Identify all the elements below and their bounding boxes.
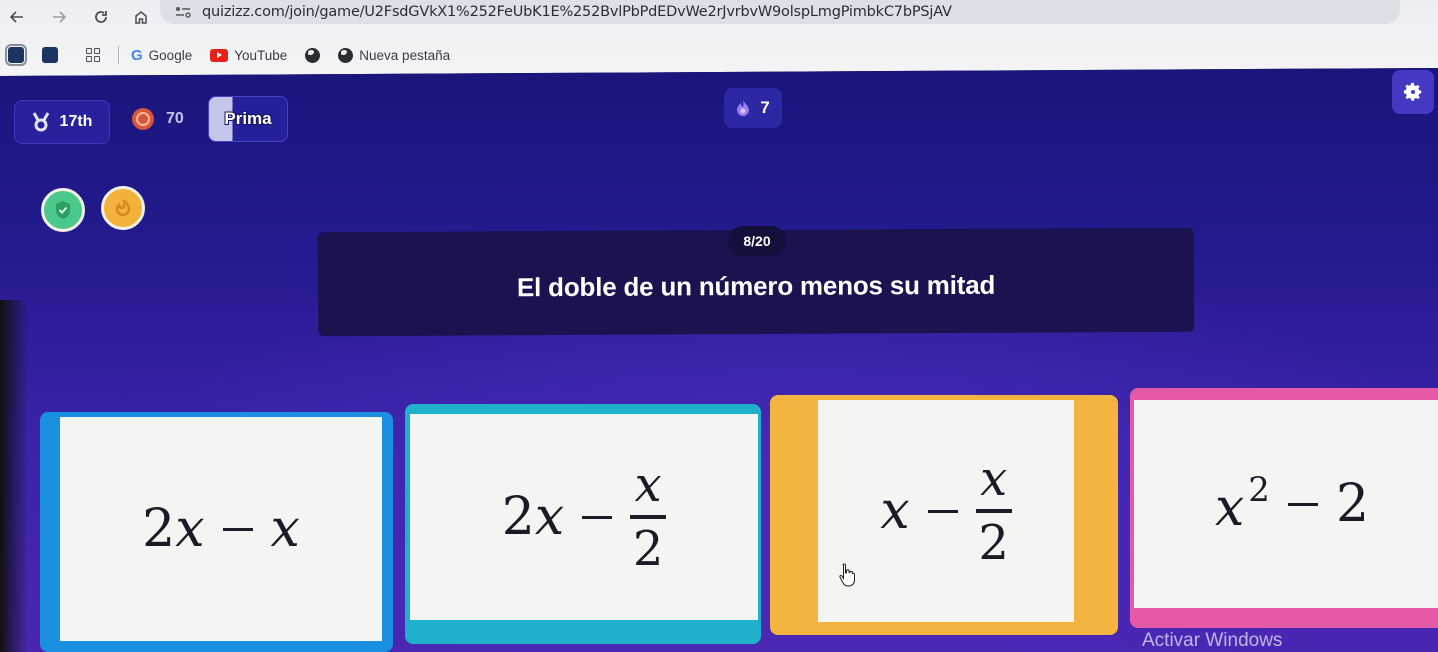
answer-face: x x 2	[818, 400, 1074, 622]
arrow-right-icon	[53, 11, 67, 23]
numerator: x	[980, 451, 1008, 507]
constant: 2	[1335, 474, 1370, 534]
bookmark-globe[interactable]	[305, 47, 321, 63]
flame-swirl-icon	[115, 199, 131, 217]
shield-check-icon	[56, 201, 70, 219]
coefficient: 2	[501, 487, 535, 547]
apps-grid-icon[interactable]	[86, 48, 100, 62]
fraction: x 2	[630, 457, 667, 577]
fraction-bar	[630, 515, 667, 519]
fraction: x 2	[975, 451, 1012, 571]
variable: x	[270, 499, 300, 559]
back-button[interactable]	[6, 6, 28, 28]
exponent: 2	[1248, 470, 1270, 510]
variable: x	[175, 499, 205, 559]
answer-option-4[interactable]: x2 2	[1130, 388, 1438, 628]
rank-badge: 17th	[14, 100, 110, 144]
answer-option-1[interactable]: 2x x	[40, 412, 393, 652]
question-text: El doble de un número menos su mitad	[516, 269, 996, 302]
windows-activation-watermark: Activar Windows	[1142, 630, 1283, 651]
question-counter-text: 8/20	[743, 233, 771, 249]
minus-sign	[1287, 502, 1318, 506]
math-expression: x x 2	[880, 451, 1012, 571]
score-display: 70	[132, 108, 184, 130]
minus-sign	[927, 509, 958, 513]
reload-button[interactable]	[90, 6, 112, 28]
denominator: 2	[632, 521, 664, 577]
math-expression: 2x x	[142, 499, 300, 559]
score-text: 70	[166, 110, 184, 127]
bookmarks-bar: G Google YouTube Nueva pestaña	[0, 40, 468, 70]
bookmark-label: YouTube	[234, 47, 288, 63]
coefficient: 2	[142, 499, 176, 559]
player-name: Prima	[224, 109, 272, 128]
browser-chrome: quizizz.com/join/game/U2FsdGVkX1%252FeUb…	[0, 0, 1438, 76]
powerup-shield[interactable]	[41, 188, 85, 232]
bookmarks-separator	[118, 46, 119, 64]
bookmark-nueva-pestana[interactable]: Nueva pestaña	[338, 47, 451, 63]
bookmark-label: Nueva pestaña	[359, 47, 451, 63]
minus-sign	[222, 527, 253, 531]
math-expression: x2 2	[1215, 470, 1369, 538]
arrow-left-icon	[9, 11, 23, 23]
streak-counter: 7	[724, 88, 782, 128]
streak-text: 7	[760, 98, 770, 117]
math-expression: 2x x 2	[501, 457, 667, 577]
home-button[interactable]	[130, 6, 152, 28]
answer-option-3[interactable]: x x 2	[770, 395, 1118, 635]
flame-icon	[737, 100, 750, 116]
globe-icon	[305, 47, 321, 63]
target-icon	[132, 108, 154, 130]
reload-icon	[95, 11, 107, 23]
numerator: x	[634, 457, 662, 513]
globe-icon	[338, 47, 354, 63]
answer-face: x2 2	[1134, 400, 1438, 608]
tab-icon[interactable]	[42, 47, 58, 63]
fraction-bar	[975, 509, 1012, 513]
screen-edge-shadow	[0, 300, 28, 652]
minus-sign	[582, 515, 613, 519]
hand-pointer-cursor-icon	[839, 563, 855, 587]
rank-text: 17th	[59, 113, 93, 130]
medal-icon	[32, 112, 49, 132]
youtube-icon	[210, 48, 229, 62]
bookmark-google[interactable]: G Google	[131, 47, 192, 64]
answer-option-2[interactable]: 2x x 2	[405, 404, 761, 644]
denominator: 2	[978, 515, 1009, 571]
forward-button[interactable]	[48, 6, 70, 28]
answer-face: 2x x	[60, 417, 382, 641]
home-icon	[135, 11, 147, 24]
site-info-icon[interactable]	[174, 5, 192, 19]
url-text[interactable]: quizizz.com/join/game/U2FsdGVkX1%252FeUb…	[202, 4, 952, 20]
variable: x	[1214, 478, 1245, 538]
bookmark-label: Google	[148, 47, 193, 63]
bookmark-youtube[interactable]: YouTube	[210, 48, 287, 63]
player-name-badge: Prima	[208, 96, 288, 142]
variable: x	[880, 481, 910, 541]
variable: x	[534, 487, 565, 547]
address-bar[interactable]: quizizz.com/join/game/U2FsdGVkX1%252FeUb…	[160, 0, 1400, 24]
google-icon: G	[131, 46, 143, 64]
answer-face: 2x x 2	[410, 414, 758, 620]
gear-icon	[1403, 82, 1422, 101]
question-counter: 8/20	[728, 226, 786, 256]
sidebar-toggle-icon[interactable]	[5, 44, 27, 66]
powerup-streak-saver[interactable]	[101, 186, 145, 230]
settings-button[interactable]	[1392, 70, 1434, 114]
